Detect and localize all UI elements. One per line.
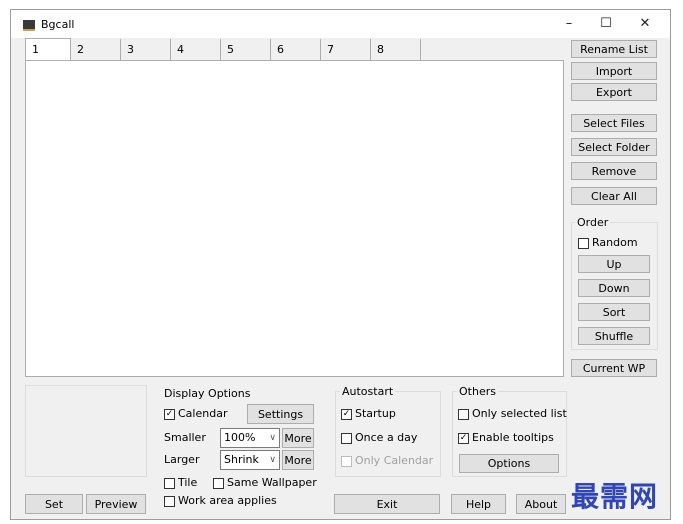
larger-label: Larger: [164, 453, 200, 466]
tab-2[interactable]: 2: [71, 39, 121, 60]
calendar-label: Calendar: [178, 407, 228, 420]
maximize-button[interactable]: ☐: [593, 14, 619, 34]
display-options-label: Display Options: [162, 387, 253, 400]
set-button[interactable]: Set: [25, 494, 83, 514]
wallpaper-preview: [25, 385, 147, 477]
tab-3[interactable]: 3: [121, 39, 171, 60]
close-button[interactable]: ✕: [632, 14, 658, 34]
options-button[interactable]: Options: [459, 454, 559, 473]
chevron-down-icon: ∨: [269, 433, 276, 443]
down-button[interactable]: Down: [578, 279, 650, 297]
startup-checkbox[interactable]: ✓: [341, 409, 352, 420]
remove-button[interactable]: Remove: [571, 162, 657, 180]
select-folder-button[interactable]: Select Folder: [571, 138, 657, 156]
tab-5[interactable]: 5: [221, 39, 271, 60]
clear-all-button[interactable]: Clear All: [571, 187, 657, 205]
startup-label: Startup: [355, 407, 396, 420]
once-a-day-checkbox[interactable]: [341, 433, 352, 444]
chevron-down-icon: ∨: [269, 455, 276, 465]
only-calendar-checkbox: [341, 456, 352, 467]
calendar-checkbox[interactable]: ✓: [164, 409, 175, 420]
sort-button[interactable]: Sort: [578, 303, 650, 321]
autostart-label: Autostart: [340, 385, 396, 398]
smaller-label: Smaller: [164, 431, 206, 444]
enable-tooltips-checkbox[interactable]: ✓: [458, 433, 469, 444]
import-button[interactable]: Import: [571, 62, 657, 80]
title-bar: Bgcall – ☐ ✕: [11, 10, 670, 38]
select-files-button[interactable]: Select Files: [571, 114, 657, 132]
window-title: Bgcall: [41, 18, 75, 31]
only-calendar-label: Only Calendar: [355, 454, 434, 467]
same-wallpaper-label: Same Wallpaper: [227, 476, 317, 489]
tab-8[interactable]: 8: [371, 39, 421, 60]
tab-4[interactable]: 4: [171, 39, 221, 60]
random-checkbox[interactable]: [578, 238, 589, 249]
file-list[interactable]: [25, 60, 564, 377]
about-button[interactable]: About: [516, 494, 566, 514]
once-a-day-label: Once a day: [355, 431, 418, 444]
larger-select[interactable]: Shrink ∨: [220, 450, 280, 470]
smaller-more-button[interactable]: More: [282, 428, 314, 448]
larger-more-button[interactable]: More: [282, 450, 314, 470]
only-selected-list-label: Only selected list: [472, 407, 567, 420]
only-selected-list-checkbox[interactable]: [458, 409, 469, 420]
order-group-label: Order: [575, 216, 611, 229]
tile-label: Tile: [178, 476, 198, 489]
rename-list-button[interactable]: Rename List: [571, 40, 657, 58]
shuffle-button[interactable]: Shuffle: [578, 327, 650, 345]
up-button[interactable]: Up: [578, 255, 650, 273]
list-tab-bar: 1 2 3 4 5 6 7 8: [25, 38, 563, 61]
enable-tooltips-label: Enable tooltips: [472, 431, 554, 444]
larger-select-value: Shrink: [224, 453, 259, 466]
tab-1[interactable]: 1: [25, 38, 71, 60]
preview-button[interactable]: Preview: [86, 494, 146, 514]
app-icon: [23, 20, 35, 31]
tab-6[interactable]: 6: [271, 39, 321, 60]
random-label: Random: [592, 236, 638, 249]
export-button[interactable]: Export: [571, 83, 657, 101]
smaller-select-value: 100%: [224, 431, 256, 444]
others-label: Others: [457, 385, 498, 398]
tab-7[interactable]: 7: [321, 39, 371, 60]
help-button[interactable]: Help: [451, 494, 506, 514]
tile-checkbox[interactable]: [164, 478, 175, 489]
exit-button[interactable]: Exit: [334, 494, 440, 514]
smaller-select[interactable]: 100% ∨: [220, 428, 280, 448]
current-wp-button[interactable]: Current WP: [571, 359, 657, 377]
minimize-button[interactable]: –: [556, 14, 582, 34]
settings-button[interactable]: Settings: [247, 404, 314, 424]
main-window: Bgcall – ☐ ✕ 1 2 3 4 5 6 7 8 Rename List…: [10, 9, 671, 520]
work-area-checkbox[interactable]: [164, 496, 175, 507]
same-wallpaper-checkbox[interactable]: [213, 478, 224, 489]
watermark-logo: 最需网: [571, 480, 659, 513]
work-area-label: Work area applies: [178, 494, 277, 507]
